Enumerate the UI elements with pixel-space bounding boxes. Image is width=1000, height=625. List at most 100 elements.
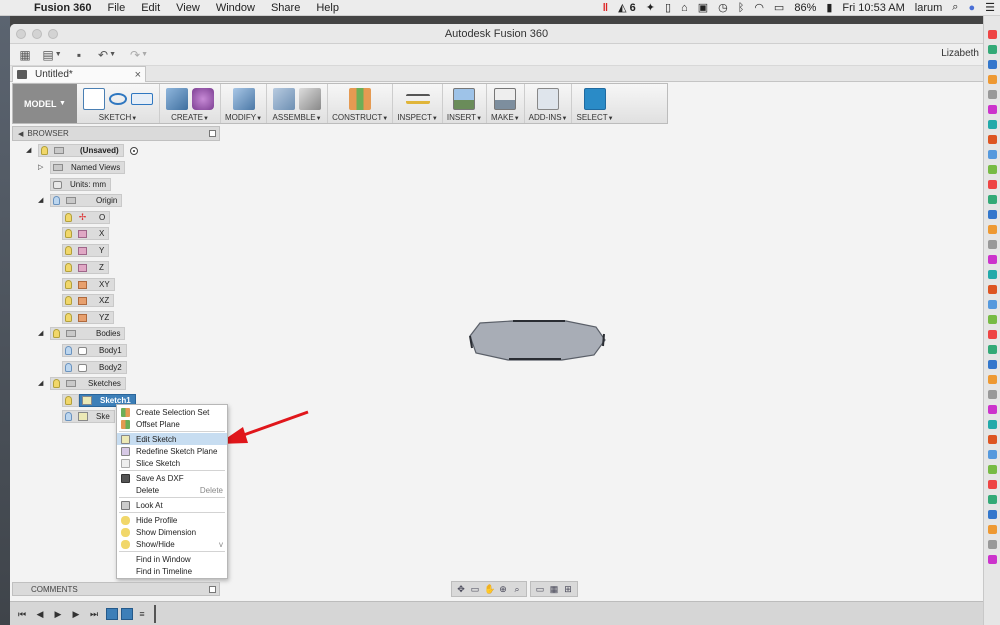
notification-center-icon[interactable]: ☰ [980,1,1000,14]
menu-share[interactable]: Share [263,2,308,14]
visibility-bulb-icon[interactable] [65,246,72,255]
bluetooth-icon[interactable]: ᛒ [733,2,750,14]
tree-origin-point[interactable]: ✢ O [62,211,111,224]
tree-axis-x[interactable]: X [62,227,110,240]
visibility-bulb-icon[interactable] [65,296,72,305]
tree-units[interactable]: Units: mm [50,178,111,191]
menu-find-in-window[interactable]: Find in Window [117,553,227,565]
dock-app-icon[interactable] [988,225,997,234]
tree-named-views[interactable]: Named Views [50,161,126,174]
visibility-bulb-icon[interactable] [65,412,72,421]
tree-expand-icon[interactable]: ◢ [38,196,43,204]
airplay-icon[interactable]: ▭ [769,1,789,14]
visibility-bulb-icon[interactable] [53,196,60,205]
timeline-extrude-feature[interactable]: ≡ [136,608,148,620]
tree-bodies[interactable]: Bodies [50,327,126,340]
tree-expand-icon[interactable]: ◢ [26,146,31,154]
ribbon-group-assemble[interactable]: ASSEMBLE▼ [267,84,329,123]
visibility-bulb-icon[interactable] [65,213,72,222]
press-pull-icon[interactable] [232,88,255,110]
dock-app-icon[interactable] [988,435,997,444]
joint-icon[interactable] [299,88,322,110]
lock-icon[interactable]: ▣ [693,1,713,14]
menu-window[interactable]: Window [208,2,263,14]
visibility-bulb-icon[interactable] [53,329,60,338]
dock-app-icon[interactable] [988,120,997,129]
scripts-icon[interactable] [537,88,560,110]
timeline-sketch-feature[interactable] [121,607,133,620]
menu-edit[interactable]: Edit [133,2,168,14]
ribbon-group-inspect[interactable]: INSPECT▼ [393,84,443,123]
activate-radio-icon[interactable] [129,146,138,155]
new-component-icon[interactable] [273,88,296,110]
dock-app-icon[interactable] [988,480,997,489]
account-name[interactable]: Lizabeth [941,48,979,59]
menu-delete[interactable]: Delete Delete [117,484,227,496]
data-panel-icon[interactable]: ▦ [16,47,34,63]
menu-show-hide[interactable]: Show/Hide v [117,538,227,550]
ribbon-group-make[interactable]: MAKE▼ [487,84,525,123]
look-at-icon[interactable]: ▭ [470,584,480,594]
menu-app-name[interactable]: Fusion 360 [26,2,99,14]
step-back-icon[interactable]: ◀ [34,608,46,620]
redo-icon[interactable]: ↷ ▼ [126,47,152,63]
dock-app-icon[interactable] [988,315,997,324]
offset-plane-icon[interactable] [349,88,372,110]
dock-app-icon[interactable] [988,345,997,354]
menu-redefine-sketch-plane[interactable]: Redefine Sketch Plane [117,445,227,457]
menu-save-as-dxf[interactable]: Save As DXF [117,472,227,484]
measure-icon[interactable] [405,94,430,104]
rectangle-icon[interactable] [131,93,153,105]
dock-app-icon[interactable] [988,180,997,189]
visibility-bulb-icon[interactable] [65,396,72,405]
dock-app-icon[interactable] [988,540,997,549]
skip-start-icon[interactable]: ⏮ [16,608,28,620]
visibility-bulb-icon[interactable] [65,263,72,272]
select-icon[interactable] [584,88,607,110]
dock-app-icon[interactable] [988,150,997,159]
workspace-switcher[interactable]: MODEL ▼ [13,84,77,123]
adobe-icon[interactable]: ◭ 6 [613,1,641,14]
extrude-icon[interactable] [166,88,188,110]
menu-help[interactable]: Help [308,2,347,14]
spline-icon[interactable] [109,93,127,105]
tree-body1[interactable]: Body1 [62,344,127,357]
save-icon[interactable]: ▪ [70,47,88,63]
dock-app-icon[interactable] [988,30,997,39]
dock-app-icon[interactable] [988,390,997,399]
undo-icon[interactable]: ↶ ▼ [94,47,120,63]
tree-body2[interactable]: Body2 [62,361,127,374]
menu-slice-sketch[interactable]: Slice Sketch [117,457,227,469]
dock-app-icon[interactable] [988,495,997,504]
ribbon-group-add-ins[interactable]: ADD-INS▼ [525,84,573,123]
play-icon[interactable]: ▶ [52,608,64,620]
tree-origin[interactable]: Origin [50,194,123,207]
dock-app-icon[interactable] [988,135,997,144]
menu-file[interactable]: File [99,2,133,14]
visibility-bulb-icon[interactable] [65,346,72,355]
pause-icon[interactable]: ‖ [598,2,613,14]
dock-app-icon[interactable] [988,90,997,99]
dock-app-icon[interactable] [988,285,997,294]
menu-create-selection-set[interactable]: Create Selection Set [117,406,227,418]
menu-show-dimension[interactable]: Show Dimension [117,526,227,538]
pan-icon[interactable]: ✋ [484,584,495,594]
time-machine-icon[interactable]: ◷ [713,1,733,14]
menu-hide-profile[interactable]: Hide Profile [117,514,227,526]
visibility-bulb-icon[interactable] [65,363,72,372]
tree-expand-icon[interactable]: ◢ [38,379,43,387]
dropbox-icon[interactable]: ✦ [641,1,660,14]
visibility-bulb-icon[interactable] [65,280,72,289]
tree-expand-icon[interactable]: ◢ [38,329,43,337]
3d-print-icon[interactable] [494,88,517,110]
zoom-icon[interactable]: ⊕ [498,584,508,594]
tree-plane-yz[interactable]: YZ [62,311,115,324]
model-body[interactable] [469,320,606,361]
spotlight-icon[interactable]: ⌕ [947,1,963,14]
ribbon-group-select[interactable]: SELECT▼ [572,84,617,123]
viewports-icon[interactable]: ⊞ [563,584,573,594]
step-forward-icon[interactable]: ▶ [70,608,82,620]
visibility-bulb-icon[interactable] [65,229,72,238]
home-icon[interactable]: ⌂ [676,2,693,14]
dock-app-icon[interactable] [988,255,997,264]
